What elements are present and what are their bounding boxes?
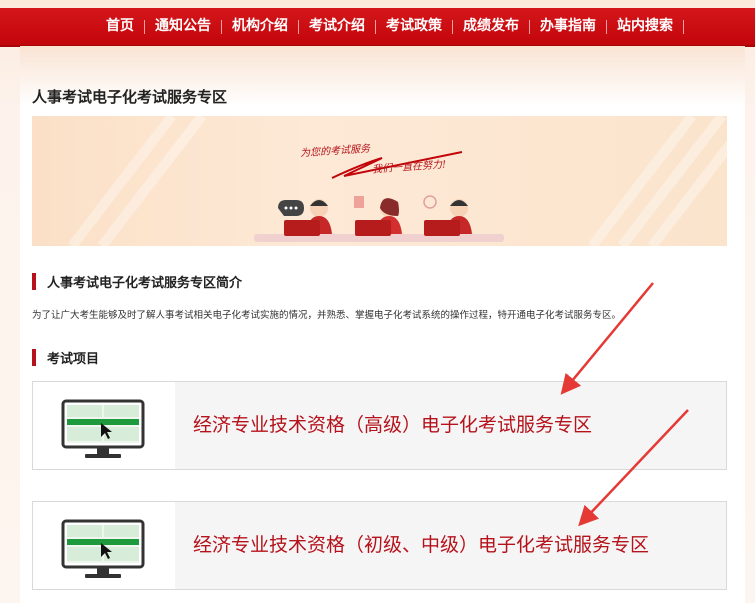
projects-heading-label: 考试项目: [47, 352, 100, 367]
intro-heading: 人事考试电子化考试服务专区简介: [32, 272, 242, 291]
heading-marker: [32, 273, 36, 290]
nav-item-policy[interactable]: 考试政策: [376, 8, 452, 45]
intro-heading-label: 人事考试电子化考试服务专区简介: [47, 276, 243, 291]
exam-card-title[interactable]: 经济专业技术资格（初级、中级）电子化考试服务专区: [193, 502, 649, 589]
intro-text: 为了让广大考生能够及时了解人事考试相关电子化考试实施的情况，并熟悉、掌握电子化考…: [32, 310, 622, 321]
agent-2: [354, 196, 402, 236]
exam-card-title[interactable]: 经济专业技术资格（高级）电子化考试服务专区: [193, 382, 592, 469]
heading-marker: [32, 349, 36, 366]
nav-item-guide[interactable]: 办事指南: [530, 8, 606, 45]
banner-illustration: [68, 116, 727, 246]
nav-item-scores[interactable]: 成绩发布: [453, 8, 529, 45]
nav-item-about[interactable]: 机构介绍: [222, 8, 298, 45]
top-nav-bar: 首页 通知公告 机构介绍 考试介绍 考试政策 成绩发布 办事指南 站内搜索: [0, 8, 755, 47]
nav-divider: [683, 19, 684, 34]
agent-1: [278, 199, 332, 236]
nav-item-home[interactable]: 首页: [96, 8, 144, 45]
service-banner: 为您的考试服务 我们一直在努力!: [32, 116, 727, 246]
agent-3: [423, 195, 472, 236]
computer-monitor-icon: [61, 399, 145, 458]
nav-item-notices[interactable]: 通知公告: [145, 8, 221, 45]
page-title: 人事考试电子化考试服务专区: [32, 88, 228, 106]
exam-card-junior-intermediate[interactable]: 经济专业技术资格（初级、中级）电子化考试服务专区: [32, 501, 727, 590]
computer-monitor-icon: [61, 519, 145, 578]
nav-item-exams[interactable]: 考试介绍: [299, 8, 375, 45]
nav-item-search[interactable]: 站内搜索: [607, 8, 683, 45]
card-icon-area: [33, 382, 175, 469]
projects-heading: 考试项目: [32, 348, 99, 367]
content-panel: 人事考试电子化考试服务专区 为您的考试服务 我们一直在努力! 人事考试电子化考试…: [20, 46, 745, 603]
exam-card-senior[interactable]: 经济专业技术资格（高级）电子化考试服务专区: [32, 381, 727, 470]
card-icon-area: [33, 502, 175, 589]
nav-menu: 首页 通知公告 机构介绍 考试介绍 考试政策 成绩发布 办事指南 站内搜索: [96, 8, 684, 45]
